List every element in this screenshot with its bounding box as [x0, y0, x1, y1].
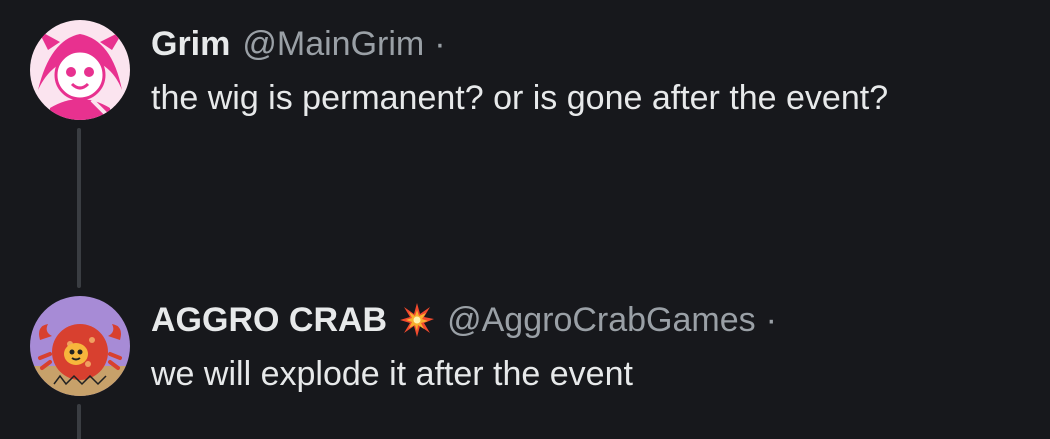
tweet-body: Grim @MainGrim · the wig is permanent? o… [151, 22, 1040, 120]
thread-connector-line [77, 404, 81, 439]
display-name[interactable]: Grim [151, 25, 230, 64]
user-handle[interactable]: @AggroCrabGames [447, 301, 756, 340]
crab-avatar-icon [30, 296, 130, 396]
tweet-header: Grim @MainGrim · [151, 22, 1040, 66]
tweet-text: the wig is permanent? or is gone after t… [151, 79, 889, 117]
anime-character-avatar-icon [30, 20, 130, 120]
tweet-text: we will explode it after the event [151, 355, 633, 393]
tweet-header: AGGRO CRAB @AggroCrabGames · [151, 298, 1040, 342]
explosion-emoji-icon [399, 302, 435, 338]
reply-thread: Grim @MainGrim · the wig is permanent? o… [0, 0, 1050, 439]
user-handle[interactable]: @MainGrim [242, 25, 424, 64]
thread-connector-line [77, 128, 81, 288]
avatar[interactable] [30, 296, 130, 396]
separator-dot: · [765, 300, 777, 339]
avatar[interactable] [30, 20, 130, 120]
tweet-body: AGGRO CRAB @AggroCrabGames · we will exp… [151, 298, 1040, 396]
separator-dot: · [434, 24, 446, 63]
display-name[interactable]: AGGRO CRAB [151, 301, 387, 340]
